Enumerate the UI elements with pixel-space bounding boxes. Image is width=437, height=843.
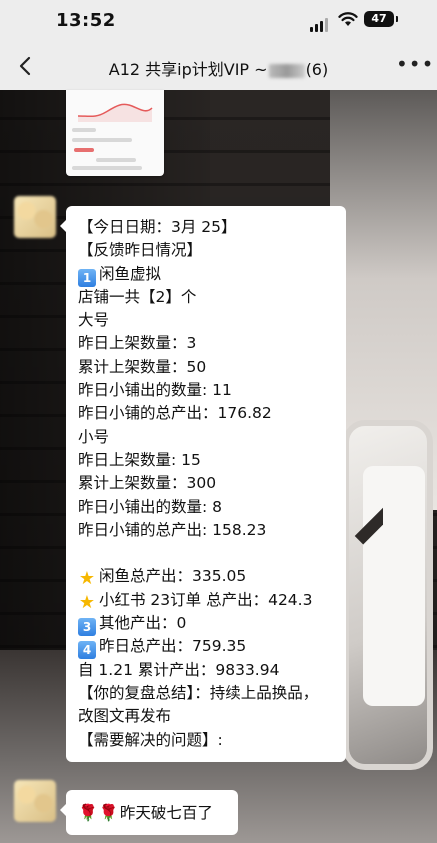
wifi-icon: [338, 12, 358, 26]
message-line: ★ 闲鱼总产出：335.05: [78, 565, 334, 588]
message-line-text: 【你的复盘总结】：持续上品换品，: [78, 683, 319, 702]
message-line: 改图文再发布: [78, 705, 334, 728]
message-line: 昨日小铺的总产出: 158.23: [78, 519, 334, 542]
more-dots-icon[interactable]: •••: [396, 52, 434, 76]
message-line-text: 累计上架数量：50: [78, 357, 207, 376]
message-line: 自 1.21 累计产出：9833.94: [78, 659, 334, 682]
number-badge-icon: 3: [78, 618, 96, 637]
avatar[interactable]: [14, 196, 56, 238]
message-line: 小号: [78, 426, 334, 449]
message-line-text: 昨日小铺的总产出: 158.23: [78, 520, 267, 539]
background-sign-glyph: [354, 507, 412, 565]
battery-level: 47: [364, 11, 398, 27]
message-line: 累计上架数量：300: [78, 472, 334, 495]
star-emoji-icon: ★: [78, 591, 96, 613]
rose-emoji-icon: 🌹: [98, 803, 119, 822]
short-message-bubble[interactable]: 🌹🌹昨天破七百了: [60, 790, 238, 835]
message-line-text: 昨日小铺出的数量: 8: [78, 497, 223, 516]
message-line: 3 其他产出：0: [78, 612, 334, 637]
message-line: 大号: [78, 309, 334, 332]
chat-title-text: A12 共享ip计划VIP ~: [108, 60, 268, 79]
message-line-text: 小号: [78, 427, 110, 446]
report-message-bubble[interactable]: 【今日日期：3月 25】 【反馈昨日情况】 1 闲鱼虚拟 店铺一共【2】个 大号 昨日上架数…: [60, 206, 346, 762]
message-line-text: 大号: [78, 311, 110, 330]
message-line: 昨日小铺的总产出：176.82: [78, 402, 334, 425]
rose-emoji-icon: 🌹: [78, 803, 98, 822]
message-line-text: 闲鱼总产出：335.05: [99, 567, 247, 586]
message-line-text: 【反馈昨日情况】: [78, 241, 203, 260]
message-line: 【你的复盘总结】：持续上品换品，: [78, 682, 334, 705]
message-line-text: 昨日小铺出的数量: 11: [78, 381, 232, 400]
chart-thumbnail-graphic: [77, 103, 153, 122]
status-bar: 13:52 47: [0, 0, 437, 44]
message-line: 昨日小铺出的数量: 11: [78, 379, 334, 402]
cellular-signal-icon: [310, 13, 330, 32]
message-line: [78, 542, 334, 565]
image-message-thumbnail[interactable]: [66, 90, 164, 176]
message-line: 昨日上架数量: 15: [78, 449, 334, 472]
message-line: 【反馈昨日情况】: [78, 239, 334, 262]
thumbnail-row: [72, 128, 96, 132]
member-count: (6): [305, 60, 329, 79]
number-badge-icon: 1: [78, 268, 96, 287]
message-line-text: 改图文再发布: [78, 707, 172, 726]
status-time: 13:52: [56, 10, 116, 31]
background-sign: [343, 420, 433, 770]
message-line: 昨日上架数量：3: [78, 332, 334, 355]
chevron-left-icon[interactable]: [14, 52, 38, 80]
message-line-text: 【需要解决的问题】:: [78, 730, 223, 749]
number-badge-icon: 4: [78, 641, 96, 660]
star-emoji-icon: ★: [78, 568, 96, 590]
message-line: 店铺一共【2】个: [78, 286, 334, 309]
thumbnail-row: [72, 166, 142, 170]
message-line-text: 自 1.21 累计产出：9833.94: [78, 660, 280, 679]
chat-title: A12 共享ip计划VIP ~ (6): [60, 56, 377, 80]
message-line-text: 昨日上架数量: 15: [78, 450, 201, 469]
chat-header: A12 共享ip计划VIP ~ (6) •••: [0, 44, 437, 90]
message-line-text: 闲鱼虚拟: [99, 264, 162, 283]
background-sign-panel: [354, 466, 425, 706]
message-line: 累计上架数量：50: [78, 356, 334, 379]
message-line-text: 昨日上架数量：3: [78, 334, 197, 353]
message-line-text: 昨日总产出：759.35: [99, 637, 247, 656]
message-line-text: 【今日日期：3月 25】: [78, 218, 237, 236]
redacted-name: [268, 63, 305, 78]
thumbnail-highlight: [74, 148, 94, 152]
message-line-text: 小红书 23订单 总产出：424.3: [99, 590, 313, 609]
message-line-text: 累计上架数量：300: [78, 474, 217, 493]
message-line-text: 昨日小铺的总产出：176.82: [78, 404, 272, 423]
thumbnail-row: [96, 158, 136, 162]
message-line: 4 昨日总产出：759.35: [78, 635, 334, 660]
message-line: 1 闲鱼虚拟: [78, 263, 334, 287]
avatar[interactable]: [14, 780, 56, 822]
message-line: 【今日日期：3月 25】: [78, 216, 334, 239]
message-line-text: 店铺一共【2】个: [78, 287, 197, 306]
message-line-text: 其他产出：0: [99, 614, 187, 633]
short-message-text: 昨天破七百了: [119, 804, 213, 822]
thumbnail-row: [72, 138, 132, 142]
message-line: ★ 小红书 23订单 总产出：424.3: [78, 589, 334, 612]
message-line: 昨日小铺出的数量: 8: [78, 496, 334, 519]
message-line: 【需要解决的问题】:: [78, 729, 334, 752]
